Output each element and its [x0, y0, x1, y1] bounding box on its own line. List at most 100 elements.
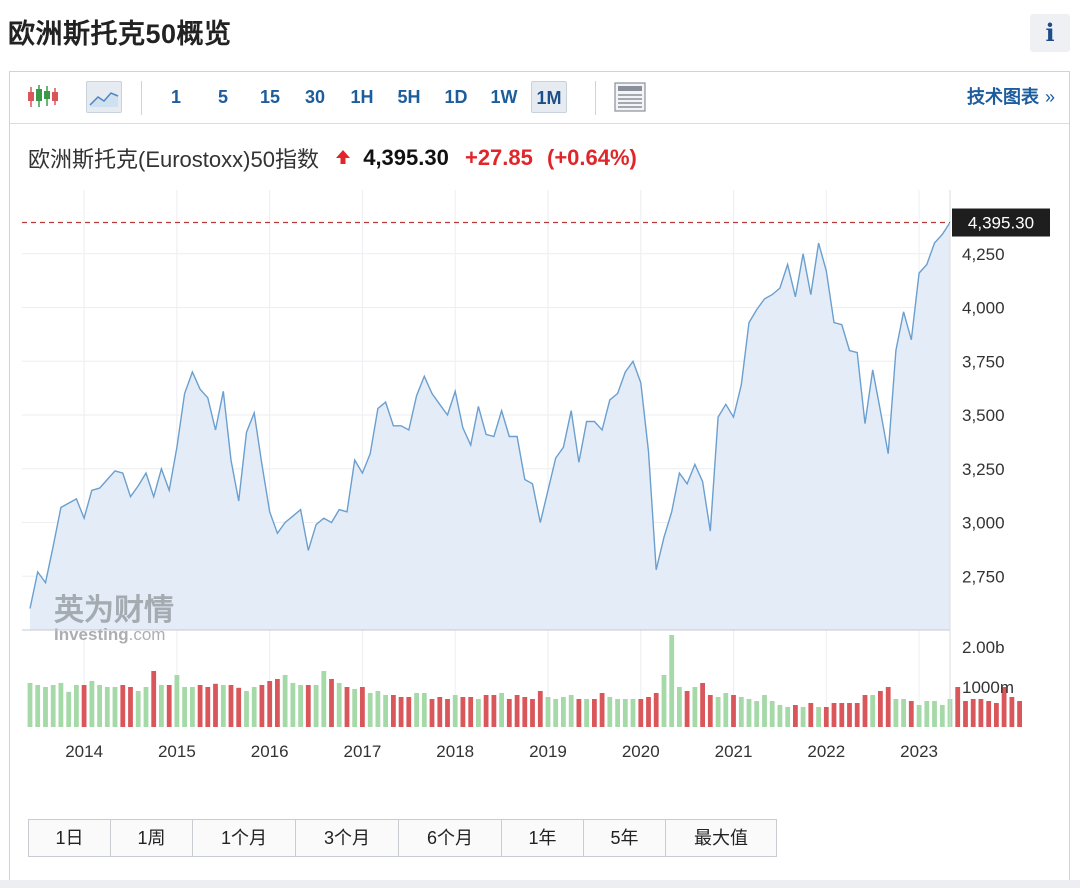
volume-bar	[854, 703, 860, 727]
volume-bar	[205, 687, 211, 727]
volume-bar	[777, 705, 783, 727]
volume-bar	[568, 695, 574, 727]
volume-bar	[545, 697, 551, 727]
volume-bar	[97, 685, 102, 727]
range-6m[interactable]: 6个月	[399, 820, 502, 856]
volume-bar	[190, 687, 195, 727]
range-5y[interactable]: 5年	[584, 820, 666, 856]
volume-bar	[870, 695, 876, 727]
volume-bar	[731, 695, 736, 727]
y-tick-label: 2,750	[962, 567, 1005, 586]
volume-bar	[630, 699, 636, 727]
volume-bar	[236, 687, 242, 727]
y-tick-label: 3,000	[962, 514, 1005, 533]
volume-bar	[607, 697, 613, 727]
volume-tick-label: 2.00b	[962, 638, 1005, 657]
x-tick-label: 2021	[715, 742, 753, 761]
volume-bar	[282, 675, 288, 727]
volume-bar	[839, 703, 845, 727]
range-1y[interactable]: 1年	[502, 820, 584, 856]
x-tick-label: 2014	[65, 742, 103, 761]
range-1m[interactable]: 1个月	[193, 820, 296, 856]
volume-bar	[50, 685, 56, 727]
volume-bar	[793, 705, 798, 727]
volume-bar	[360, 687, 365, 727]
volume-bar	[599, 693, 605, 727]
volume-bar	[143, 687, 149, 727]
volume-bar	[112, 687, 118, 727]
range-selector: 1日 1周 1个月 3个月 6个月 1年 5年 最大值	[28, 819, 777, 857]
volume-bar	[823, 707, 829, 727]
y-tick-label: 3,500	[962, 406, 1005, 425]
volume-bar	[159, 685, 164, 727]
chart-panel: 1 5 15 30 1H 5H 1D 1W 1M 技术图表» 欧洲斯托克(Eur…	[9, 71, 1070, 883]
watermark-en-suffix: .com	[129, 625, 166, 644]
volume-bar	[104, 687, 110, 727]
volume-bar	[460, 697, 466, 727]
volume-bar	[313, 685, 319, 727]
volume-bar	[738, 697, 744, 727]
volume-bar	[1017, 701, 1022, 727]
watermark-en-word: Investing	[54, 625, 129, 644]
volume-bar	[692, 687, 698, 727]
volume-bar	[700, 683, 705, 727]
info-icon[interactable]: i	[1030, 14, 1070, 52]
watermark-cn-text: 英为财情	[54, 593, 174, 628]
volume-bar	[383, 695, 388, 727]
volume-bar	[491, 695, 497, 727]
range-3m[interactable]: 3个月	[296, 820, 399, 856]
volume-bar	[298, 685, 303, 727]
page-footer-strip	[0, 880, 1080, 888]
volume-bar	[916, 705, 922, 727]
volume-tick-label: 1000m	[962, 678, 1014, 697]
volume-bar	[483, 695, 489, 727]
volume-bar	[58, 683, 64, 727]
volume-bar	[584, 699, 589, 727]
x-tick-label: 2018	[436, 742, 474, 761]
volume-bar	[970, 699, 976, 727]
volume-bar	[174, 675, 180, 727]
volume-bar	[963, 701, 968, 727]
volume-bar	[128, 687, 133, 727]
volume-bar	[901, 699, 906, 727]
x-tick-label: 2016	[251, 742, 289, 761]
volume-bar	[530, 699, 535, 727]
volume-bar	[924, 701, 930, 727]
volume-bar	[661, 675, 667, 727]
range-1w[interactable]: 1周	[111, 820, 193, 856]
volume-bar	[344, 687, 350, 727]
volume-bar	[862, 695, 868, 727]
volume-bar	[769, 701, 775, 727]
volume-bar	[43, 687, 48, 727]
volume-bar	[182, 687, 187, 727]
volume-bar	[468, 697, 474, 727]
volume-bar	[986, 701, 992, 727]
volume-bar	[329, 679, 334, 727]
range-1d[interactable]: 1日	[29, 820, 111, 856]
volume-bar	[135, 691, 141, 727]
volume-bar	[677, 687, 682, 727]
volume-bar	[476, 699, 481, 727]
volume-bar	[622, 699, 628, 727]
y-tick-label: 4,250	[962, 245, 1005, 264]
volume-bar	[878, 691, 883, 727]
volume-bar	[638, 699, 644, 727]
volume-bar	[932, 701, 937, 727]
volume-bar	[615, 699, 620, 727]
volume-bar	[120, 685, 126, 727]
watermark-en-text: Investing.com	[54, 625, 165, 644]
range-max[interactable]: 最大值	[666, 820, 776, 856]
volume-bar	[89, 681, 95, 727]
volume-bar	[893, 699, 899, 727]
volume-bar	[847, 703, 852, 727]
x-tick-label: 2019	[529, 742, 567, 761]
volume-bar	[908, 701, 914, 727]
volume-bar	[561, 697, 566, 727]
volume-bar	[321, 671, 327, 727]
volume-bar	[290, 683, 296, 727]
x-tick-label: 2023	[900, 742, 938, 761]
volume-bar	[537, 691, 543, 727]
volume-bar	[707, 695, 713, 727]
volume-bar	[367, 693, 373, 727]
volume-bar	[437, 697, 443, 727]
